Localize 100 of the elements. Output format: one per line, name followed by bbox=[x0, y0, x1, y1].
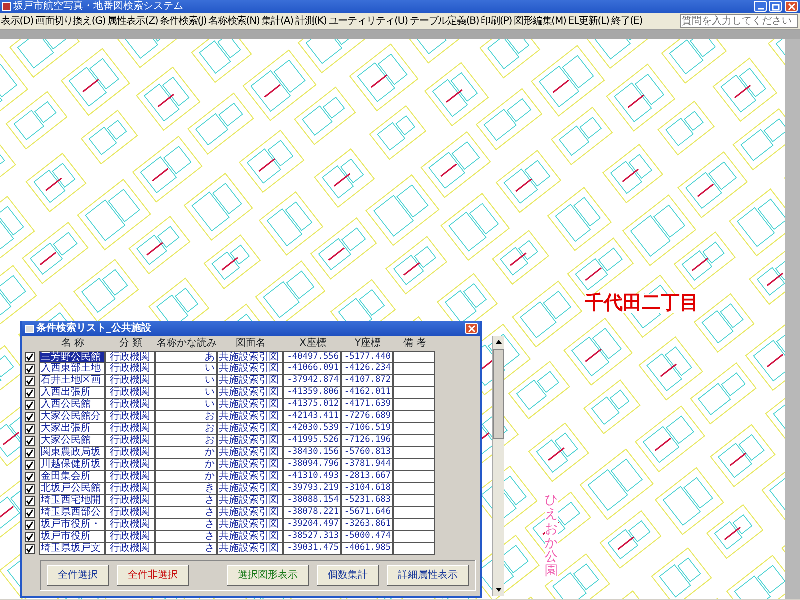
checkbox[interactable] bbox=[25, 544, 35, 554]
table-cell: お bbox=[155, 423, 217, 435]
minimize-button[interactable] bbox=[754, 1, 766, 12]
dialog-button[interactable]: 詳細属性表示 bbox=[387, 565, 469, 586]
checkbox[interactable] bbox=[25, 436, 35, 446]
restore-button[interactable] bbox=[769, 1, 782, 12]
dialog-button[interactable]: 選択図形表示 bbox=[227, 565, 309, 586]
checkbox[interactable] bbox=[25, 460, 35, 470]
menu-item[interactable]: 条件検索(J) bbox=[159, 12, 208, 30]
dialog-button[interactable]: 全件選択 bbox=[47, 565, 109, 586]
table-cell: き bbox=[155, 483, 217, 495]
table-cell: 行政機関 bbox=[105, 399, 155, 411]
scroll-up-arrow-icon[interactable] bbox=[494, 339, 502, 345]
checkbox[interactable] bbox=[25, 496, 35, 506]
table-cell: 行政機関 bbox=[105, 519, 155, 531]
table-cell: 共施設索引図 bbox=[217, 375, 283, 387]
table-cell[interactable]: 坂戸市役所・ bbox=[39, 519, 105, 531]
table-cell[interactable]: 埼玉県坂戸文 bbox=[39, 543, 105, 555]
table-cell: -7126.196 bbox=[341, 435, 393, 447]
checkbox[interactable] bbox=[25, 400, 35, 410]
table-cell: か bbox=[155, 447, 217, 459]
checkbox[interactable] bbox=[25, 448, 35, 458]
checkbox[interactable] bbox=[25, 376, 35, 386]
scroll-thumb[interactable] bbox=[493, 349, 504, 439]
table-cell[interactable]: 入西出張所 bbox=[39, 387, 105, 399]
dialog-button[interactable]: 全件非選択 bbox=[117, 565, 189, 586]
table-cell: -42030.539 bbox=[283, 423, 341, 435]
menu-item[interactable]: EL更新(L) bbox=[567, 12, 610, 30]
menu-item[interactable]: 表示(D) bbox=[0, 12, 35, 30]
table-cell: -38078.221 bbox=[283, 507, 341, 519]
scroll-down-arrow-icon[interactable] bbox=[494, 587, 502, 593]
column-header: 名 称 bbox=[60, 337, 86, 351]
table-cell: -41066.091 bbox=[283, 363, 341, 375]
table-cell: -37942.874 bbox=[283, 375, 341, 387]
checkbox[interactable] bbox=[25, 508, 35, 518]
menu-item[interactable]: 属性表示(Z) bbox=[106, 12, 160, 30]
table-cell: 行政機関 bbox=[105, 495, 155, 507]
table-cell: お bbox=[155, 435, 217, 447]
table-cell[interactable]: 川越保健所坂 bbox=[39, 459, 105, 471]
table-cell[interactable]: 関東農政局坂 bbox=[39, 447, 105, 459]
table-cell: 共施設索引図 bbox=[217, 507, 283, 519]
table-cell[interactable]: 埼玉西宅地開 bbox=[39, 495, 105, 507]
table-cell[interactable]: 大家出張所 bbox=[39, 423, 105, 435]
table-cell: 行政機関 bbox=[105, 423, 155, 435]
close-button[interactable] bbox=[784, 1, 798, 12]
table-cell: 行政機関 bbox=[105, 411, 155, 423]
table-cell: 行政機関 bbox=[105, 351, 155, 363]
close-button[interactable] bbox=[464, 323, 478, 334]
table-cell[interactable]: 大家公民館分 bbox=[39, 411, 105, 423]
table-cell: -38094.796 bbox=[283, 459, 341, 471]
table-cell[interactable]: 三芳野公民館 bbox=[39, 351, 105, 363]
menu-item[interactable]: 計測(K) bbox=[294, 12, 328, 30]
dialog-button[interactable]: 個数集計 bbox=[317, 565, 379, 586]
checkbox[interactable] bbox=[25, 364, 35, 374]
checkbox[interactable] bbox=[25, 424, 35, 434]
table-cell: 共施設索引図 bbox=[217, 363, 283, 375]
table-cell: -5177.440 bbox=[341, 351, 393, 363]
checkbox[interactable] bbox=[25, 352, 35, 362]
table-cell: 行政機関 bbox=[105, 363, 155, 375]
help-search-field[interactable]: 質問を入力してください bbox=[680, 14, 798, 28]
checkbox[interactable] bbox=[25, 412, 35, 422]
checkbox[interactable] bbox=[25, 532, 35, 542]
table-cell[interactable]: 埼玉県西部公 bbox=[39, 507, 105, 519]
menu-item[interactable]: 図形編集(M) bbox=[513, 12, 568, 30]
table-cell: か bbox=[155, 471, 217, 483]
menu-item[interactable]: 終了(E) bbox=[610, 12, 644, 30]
menu-item[interactable]: ユーティリティ(U) bbox=[328, 12, 409, 30]
table-cell: 行政機関 bbox=[105, 531, 155, 543]
menu-item[interactable]: 印刷(P) bbox=[480, 12, 514, 30]
park-label: ひえおか公園 bbox=[545, 494, 558, 580]
table-cell[interactable]: 金田集会所 bbox=[39, 471, 105, 483]
table-cell[interactable]: 入西東部土地 bbox=[39, 363, 105, 375]
table-cell: 行政機関 bbox=[105, 483, 155, 495]
menu-item[interactable]: 画面切り換え(G) bbox=[34, 12, 107, 30]
menu-item[interactable]: テーブル定義(B) bbox=[408, 12, 480, 30]
menu-item[interactable]: 集計(A) bbox=[260, 12, 294, 30]
menu-item[interactable]: 名称検索(N) bbox=[208, 12, 261, 30]
table-cell: -40497.556 bbox=[283, 351, 341, 363]
table-cell[interactable]: 北坂戸公民館 bbox=[39, 483, 105, 495]
table-cell: -5760.813 bbox=[341, 447, 393, 459]
scrollbar[interactable] bbox=[785, 39, 800, 599]
table-cell: 行政機関 bbox=[105, 435, 155, 447]
checkbox[interactable] bbox=[25, 484, 35, 494]
table-cell: -4162.011 bbox=[341, 387, 393, 399]
checkbox[interactable] bbox=[25, 388, 35, 398]
table-cell: 共施設索引図 bbox=[217, 543, 283, 555]
table-cell: -39031.475 bbox=[283, 543, 341, 555]
checkbox[interactable] bbox=[25, 472, 35, 482]
table-cell[interactable]: 坂戸市役所 bbox=[39, 531, 105, 543]
table-cell[interactable]: 石井土地区画 bbox=[39, 375, 105, 387]
table-cell[interactable]: 大家公民館 bbox=[39, 435, 105, 447]
table-cell: 共施設索引図 bbox=[217, 399, 283, 411]
table-cell: 共施設索引図 bbox=[217, 495, 283, 507]
column-header: X座標 bbox=[298, 336, 328, 351]
app-icon bbox=[2, 2, 11, 11]
table-cell: -41359.806 bbox=[283, 387, 341, 399]
table-cell[interactable]: 入西公民館 bbox=[39, 399, 105, 411]
checkbox[interactable] bbox=[25, 520, 35, 530]
vertical-scrollbar[interactable] bbox=[492, 336, 504, 596]
table-cell: -2813.667 bbox=[341, 471, 393, 483]
